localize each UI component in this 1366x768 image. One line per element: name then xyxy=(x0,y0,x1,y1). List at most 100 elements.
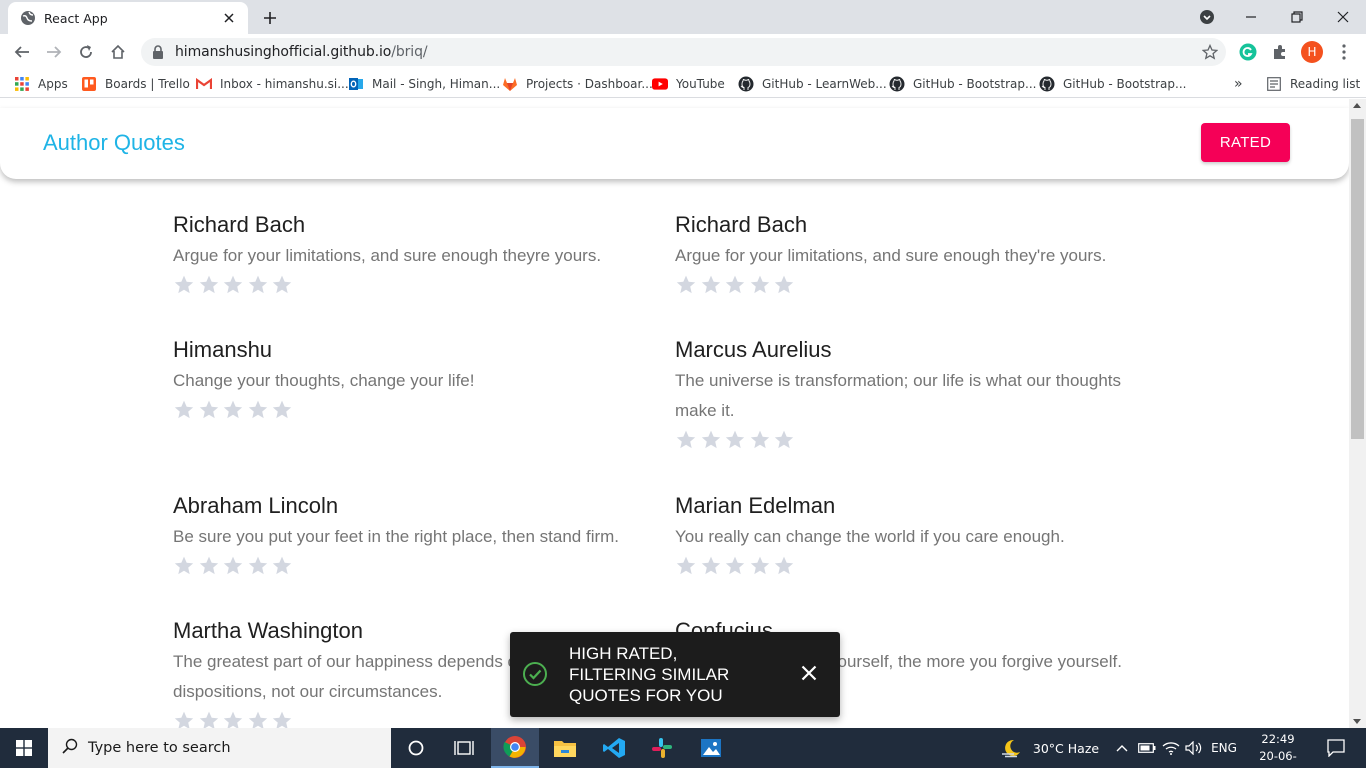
star-icon[interactable] xyxy=(271,555,296,577)
tab-react-app[interactable]: React App xyxy=(8,2,248,34)
bookmark-outlook[interactable]: Mail - Singh, Himan... xyxy=(348,75,500,93)
restore-window-button[interactable] xyxy=(1274,0,1320,34)
star-icon[interactable] xyxy=(198,555,223,577)
lock-icon[interactable] xyxy=(151,45,165,59)
bookmark-apps[interactable]: Apps xyxy=(14,75,68,93)
windows-start-button[interactable] xyxy=(0,728,48,768)
battery-icon[interactable] xyxy=(1136,728,1158,768)
bookmark-star-icon[interactable] xyxy=(1201,43,1219,60)
star-icon[interactable] xyxy=(271,399,296,421)
extensions-puzzle-icon[interactable] xyxy=(1266,38,1294,66)
file-explorer-icon[interactable] xyxy=(541,728,589,768)
bookmark-gmail[interactable]: Inbox - himanshu.si... xyxy=(196,75,349,93)
volume-icon[interactable] xyxy=(1183,728,1205,768)
tab-search-icon[interactable] xyxy=(1184,0,1230,34)
star-rating[interactable] xyxy=(675,554,1155,578)
star-icon[interactable] xyxy=(773,429,798,451)
chrome-taskbar-icon[interactable] xyxy=(491,728,539,768)
star-icon[interactable] xyxy=(724,274,749,296)
browser-menu-icon[interactable] xyxy=(1330,38,1358,66)
taskbar-search-box[interactable]: Type here to search xyxy=(48,728,391,768)
back-button[interactable] xyxy=(8,38,36,66)
quote-text: Be sure you put your feet in the right p… xyxy=(173,527,620,546)
bookmark-label: GitHub - LearnWeb... xyxy=(762,77,887,91)
star-icon[interactable] xyxy=(247,274,272,296)
star-icon[interactable] xyxy=(724,555,749,577)
scroll-down-arrow-icon[interactable] xyxy=(1353,719,1361,724)
task-view-icon[interactable] xyxy=(444,728,484,768)
page-scrollbar[interactable] xyxy=(1349,99,1366,728)
star-icon[interactable] xyxy=(675,555,700,577)
star-icon[interactable] xyxy=(749,274,774,296)
star-icon[interactable] xyxy=(198,399,223,421)
star-icon[interactable] xyxy=(198,710,223,728)
bookmarks-overflow-button[interactable]: » xyxy=(1234,75,1243,93)
forward-button[interactable] xyxy=(40,38,68,66)
star-icon[interactable] xyxy=(247,710,272,728)
bookmark-gitlab[interactable]: Projects · Dashboar... xyxy=(502,75,653,93)
star-icon[interactable] xyxy=(222,274,247,296)
star-icon[interactable] xyxy=(173,555,198,577)
quote-author: Marian Edelman xyxy=(675,493,836,518)
star-icon[interactable] xyxy=(700,274,725,296)
notification-center-icon[interactable] xyxy=(1316,728,1356,768)
reading-list-button[interactable]: Reading list xyxy=(1266,75,1360,93)
star-icon[interactable] xyxy=(773,274,798,296)
weather-haze-icon[interactable] xyxy=(996,728,1026,768)
address-bar[interactable]: himanshusinghofficial.github.io/briq/ xyxy=(141,38,1226,66)
star-icon[interactable] xyxy=(700,429,725,451)
check-circle-icon xyxy=(522,661,548,687)
close-icon[interactable] xyxy=(798,662,820,684)
taskbar-clock[interactable]: 22:49 20-06-2021 xyxy=(1248,731,1308,768)
bookmark-trello[interactable]: Boards | Trello xyxy=(81,75,190,93)
new-tab-button[interactable] xyxy=(258,6,282,30)
star-icon[interactable] xyxy=(700,555,725,577)
star-icon[interactable] xyxy=(222,555,247,577)
bookmark-github-bootstrap-1[interactable]: GitHub - Bootstrap... xyxy=(889,75,1036,93)
chevron-up-icon[interactable] xyxy=(1112,728,1132,768)
star-icon[interactable] xyxy=(222,710,247,728)
profile-avatar[interactable]: H xyxy=(1298,38,1326,66)
bookmark-github-bootstrap-2[interactable]: GitHub - Bootstrap... xyxy=(1039,75,1186,93)
weather-text[interactable]: 30°C Haze xyxy=(1030,728,1102,768)
star-rating[interactable] xyxy=(173,554,653,578)
rated-button[interactable]: RATED xyxy=(1201,123,1290,162)
star-rating[interactable] xyxy=(675,273,1155,297)
close-window-button[interactable] xyxy=(1320,0,1366,34)
star-rating[interactable] xyxy=(675,428,1155,452)
star-icon[interactable] xyxy=(198,274,223,296)
star-icon[interactable] xyxy=(773,555,798,577)
star-icon[interactable] xyxy=(271,274,296,296)
star-icon[interactable] xyxy=(675,274,700,296)
minimize-window-button[interactable] xyxy=(1228,0,1274,34)
reload-button[interactable] xyxy=(72,38,100,66)
bookmark-youtube[interactable]: YouTube xyxy=(652,75,725,93)
star-rating[interactable] xyxy=(173,273,653,297)
star-icon[interactable] xyxy=(749,555,774,577)
taskbar-search-placeholder: Type here to search xyxy=(88,740,231,756)
star-icon[interactable] xyxy=(724,429,749,451)
bookmark-github-learnweb[interactable]: GitHub - LearnWeb... xyxy=(738,75,887,93)
scrollbar-thumb[interactable] xyxy=(1351,119,1364,439)
vscode-icon[interactable] xyxy=(590,728,638,768)
scroll-up-arrow-icon[interactable] xyxy=(1353,103,1361,108)
star-icon[interactable] xyxy=(749,429,774,451)
star-rating[interactable] xyxy=(173,398,653,422)
star-icon[interactable] xyxy=(271,710,296,728)
slack-icon[interactable] xyxy=(638,728,686,768)
home-button[interactable] xyxy=(104,38,132,66)
photos-icon[interactable] xyxy=(687,728,735,768)
star-icon[interactable] xyxy=(675,429,700,451)
star-icon[interactable] xyxy=(222,399,247,421)
star-icon[interactable] xyxy=(173,399,198,421)
close-tab-icon[interactable] xyxy=(220,9,238,27)
star-icon[interactable] xyxy=(247,555,272,577)
cortana-icon[interactable] xyxy=(396,728,436,768)
grammarly-extension-icon[interactable] xyxy=(1234,38,1262,66)
language-indicator[interactable]: ENG xyxy=(1206,728,1242,768)
star-icon[interactable] xyxy=(173,710,198,728)
wifi-icon[interactable] xyxy=(1160,728,1182,768)
app-title[interactable]: Author Quotes xyxy=(43,130,185,156)
star-icon[interactable] xyxy=(247,399,272,421)
star-icon[interactable] xyxy=(173,274,198,296)
